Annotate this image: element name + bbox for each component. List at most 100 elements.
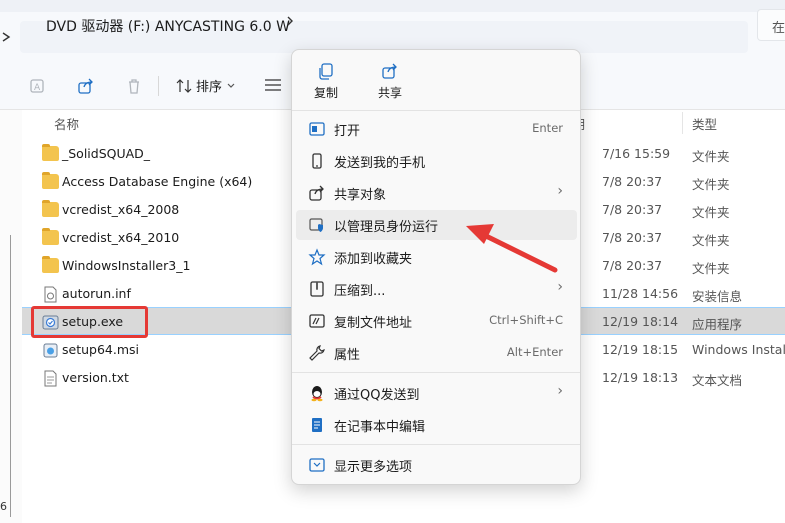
file-name: WindowsInstaller3_1 <box>62 258 191 273</box>
file-name: setup64.msi <box>62 342 140 357</box>
file-name: autorun.inf <box>62 286 131 301</box>
file-date: 12/19 18:15 <box>602 342 679 357</box>
address-path[interactable]: DVD 驱动器 (F:) ANYCASTING 6.0 W <box>46 16 290 36</box>
delete-icon[interactable] <box>124 76 144 96</box>
menu-item-label: 显示更多选项 <box>334 460 413 475</box>
folder-icon <box>42 200 59 217</box>
file-date: 7/8 20:37 <box>602 258 663 273</box>
file-type: 安装信息 <box>692 289 743 304</box>
share-label: 共享 <box>377 86 402 100</box>
menu-item-copy-path[interactable]: 复制文件地址 Ctrl+Shift+C <box>296 306 577 336</box>
title-strip <box>0 0 785 12</box>
share-icon <box>382 63 397 79</box>
copy-path-icon <box>309 314 325 328</box>
file-date: 7/16 15:59 <box>602 146 671 161</box>
shield-icon <box>309 218 323 232</box>
file-type: 文件夹 <box>692 205 730 220</box>
column-divider[interactable] <box>682 112 683 134</box>
file-type: 文件夹 <box>692 177 730 192</box>
menu-item-shortcut: Ctrl+Shift+C <box>489 313 563 327</box>
msi-file-icon <box>42 342 59 358</box>
menu-item-label: 在记事本中编辑 <box>334 420 426 435</box>
qq-icon <box>311 386 323 402</box>
share-quick-button[interactable]: 共享 <box>362 60 418 104</box>
menu-item-show-more-options[interactable]: 显示更多选项 <box>296 450 577 480</box>
file-date: 7/8 20:37 <box>602 174 663 189</box>
folder-icon <box>42 172 59 189</box>
zip-icon <box>310 281 324 297</box>
share-icon <box>309 185 324 201</box>
file-name: vcredist_x64_2008 <box>62 202 180 217</box>
file-date: 12/19 18:14 <box>602 314 679 329</box>
folder-icon <box>42 228 59 245</box>
copy-icon <box>319 63 333 80</box>
navigation-scrollbar[interactable] <box>10 235 11 517</box>
chevron-down-icon <box>227 83 235 88</box>
copy-button[interactable]: 复制 <box>298 60 354 104</box>
menu-item-label: 以管理员身份运行 <box>334 220 439 235</box>
sort-button[interactable]: 排序 <box>176 76 236 95</box>
search-placeholder: 在 <box>772 21 785 36</box>
chevron-right-icon: › <box>557 383 563 399</box>
context-menu-quick-actions: 复制 共享 <box>292 50 580 110</box>
menu-item-label: 属性 <box>334 348 361 363</box>
file-name: vcredist_x64_2010 <box>62 230 180 245</box>
menu-item-label: 通过QQ发送到 <box>334 388 420 403</box>
menu-item-label: 添加到收藏夹 <box>334 252 413 267</box>
menu-item-open[interactable]: 打开 Enter <box>296 114 577 144</box>
navigation-pane <box>0 110 22 523</box>
file-type: 文件夹 <box>692 149 730 164</box>
menu-divider <box>292 110 580 111</box>
menu-item-edit-notepad[interactable]: 在记事本中编辑 <box>296 410 577 440</box>
file-type: 文件夹 <box>692 261 730 276</box>
file-name: version.txt <box>62 370 129 385</box>
menu-item-label: 共享对象 <box>334 188 387 203</box>
file-name: Access Database Engine (x64) <box>62 174 253 189</box>
file-type: 文件夹 <box>692 233 730 248</box>
annotation-highlight-box <box>31 306 148 338</box>
file-type: Windows Install... <box>692 342 785 357</box>
sort-label: 排序 <box>196 80 223 95</box>
file-date: 12/19 18:13 <box>602 370 679 385</box>
share-icon[interactable] <box>76 76 96 96</box>
svg-text:A: A <box>34 83 41 93</box>
column-header-name[interactable]: 名称 <box>54 114 79 133</box>
sort-icon <box>176 78 192 93</box>
menu-item-label: 复制文件地址 <box>334 316 413 331</box>
view-icon[interactable] <box>264 78 282 95</box>
menu-item-shortcut: Alt+Enter <box>506 345 563 359</box>
file-date: 11/28 14:56 <box>602 286 679 301</box>
menu-item-send-to-phone[interactable]: 发送到我的手机 <box>296 146 577 176</box>
menu-item-share-with[interactable]: 共享对象 › <box>296 178 577 208</box>
file-date: 7/8 20:37 <box>602 230 663 245</box>
txt-file-icon <box>42 370 59 387</box>
wrench-icon <box>309 345 325 361</box>
more-options-icon <box>309 458 325 472</box>
inf-file-icon <box>42 286 59 303</box>
nav-left-icon[interactable] <box>0 22 14 52</box>
menu-item-properties[interactable]: 属性 Alt+Enter <box>296 338 577 368</box>
menu-item-send-via-qq[interactable]: 通过QQ发送到 › <box>296 378 577 408</box>
annotation-arrow-icon <box>466 224 558 273</box>
copy-label: 复制 <box>313 86 338 100</box>
open-app-icon <box>309 122 325 136</box>
file-type: 文本文档 <box>692 373 743 388</box>
notepad-icon <box>312 418 322 432</box>
chevron-right-icon[interactable] <box>285 14 295 32</box>
menu-item-label: 压缩到... <box>334 284 386 299</box>
file-date: 7/8 20:37 <box>602 202 663 217</box>
menu-item-label: 打开 <box>334 124 361 139</box>
column-header-type[interactable]: 类型 <box>692 114 717 133</box>
chevron-right-icon: › <box>557 183 563 199</box>
chevron-right-icon: › <box>557 279 563 295</box>
menu-divider <box>292 372 580 373</box>
menu-divider <box>292 444 580 445</box>
phone-icon <box>312 153 322 169</box>
toolbar-divider <box>158 76 159 96</box>
star-icon <box>308 248 326 266</box>
file-name: _SolidSQUAD_ <box>62 146 151 161</box>
folder-icon <box>42 144 59 161</box>
file-type: 应用程序 <box>692 317 743 332</box>
rename-icon[interactable]: A <box>28 76 48 96</box>
menu-item-shortcut: Enter <box>532 121 563 135</box>
